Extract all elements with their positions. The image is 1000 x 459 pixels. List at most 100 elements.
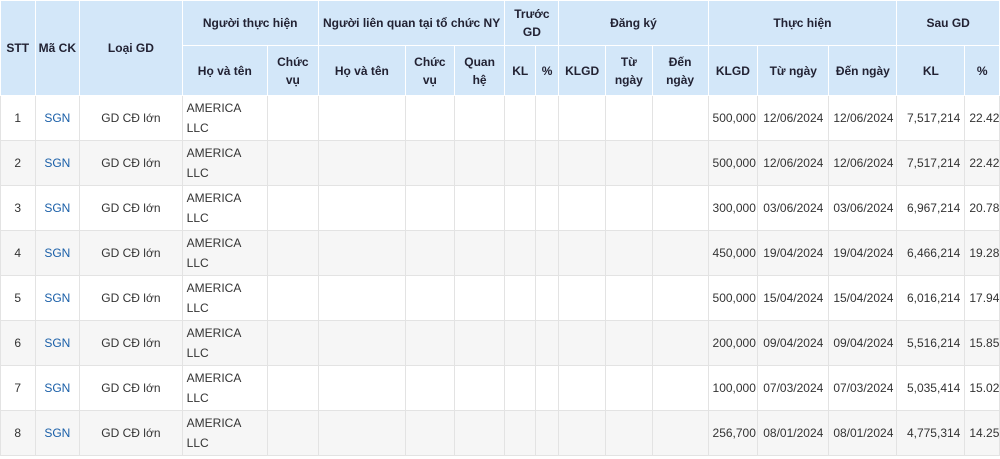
insider-transactions-table: STT Mã CK Loại GD Người thực hiện Người … [0, 0, 1000, 456]
cell-empty [604, 185, 653, 231]
cell-empty [405, 320, 455, 366]
cell-to-date: 19/04/2024 [828, 230, 898, 276]
cell-stt: 3 [0, 185, 36, 231]
table-body: 1 SGN GD CĐ lớn AMERICA LLC 500,000 12/0… [0, 95, 1000, 456]
cell-empty [266, 320, 319, 366]
stock-code-link[interactable]: SGN [34, 275, 81, 321]
cell-empty [317, 410, 407, 456]
cell-stt: 8 [0, 410, 36, 456]
group-thuc-hien: Thực hiện [707, 0, 898, 46]
cell-empty [405, 230, 455, 276]
cell-after-pct: 22.42 [964, 95, 1000, 141]
col-ho-va-ten-lien-quan: Họ và tên [317, 45, 407, 96]
cell-empty [604, 230, 653, 276]
cell-name: AMERICA LLC [181, 185, 268, 231]
cell-empty [558, 275, 606, 321]
cell-klgd: 500,000 [707, 140, 759, 186]
cell-empty [317, 365, 407, 411]
cell-empty [534, 185, 560, 231]
cell-empty [453, 410, 506, 456]
cell-after-pct: 17.94 [964, 275, 1000, 321]
cell-empty [453, 365, 506, 411]
cell-from-date: 12/06/2024 [757, 140, 830, 186]
cell-stt: 7 [0, 365, 36, 411]
cell-empty [405, 95, 455, 141]
cell-empty [651, 230, 709, 276]
cell-empty [534, 365, 560, 411]
cell-stt: 4 [0, 230, 36, 276]
col-dangky-den-ngay: Đến ngày [651, 45, 709, 96]
cell-name: AMERICA LLC [181, 275, 268, 321]
cell-after-kl: 5,516,214 [896, 320, 966, 366]
cell-empty [266, 365, 319, 411]
cell-empty [317, 230, 407, 276]
col-sau-kl: KL [896, 45, 966, 96]
cell-empty [534, 275, 560, 321]
stock-code-link[interactable]: SGN [34, 320, 81, 366]
col-chuc-vu: Chức vụ [266, 45, 319, 96]
cell-after-kl: 5,035,414 [896, 365, 966, 411]
cell-from-date: 19/04/2024 [757, 230, 830, 276]
col-stt: STT [0, 0, 36, 96]
cell-empty [266, 275, 319, 321]
cell-empty [504, 140, 536, 186]
cell-stt: 6 [0, 320, 36, 366]
cell-stt: 1 [0, 95, 36, 141]
table-row: 1 SGN GD CĐ lớn AMERICA LLC 500,000 12/0… [0, 95, 1000, 141]
cell-empty [534, 140, 560, 186]
cell-empty [504, 320, 536, 366]
cell-after-pct: 22.42 [964, 140, 1000, 186]
group-nguoi-thuc-hien: Người thực hiện [181, 0, 319, 46]
cell-empty [604, 95, 653, 141]
stock-code-link[interactable]: SGN [34, 140, 81, 186]
cell-to-date: 12/06/2024 [828, 140, 898, 186]
cell-empty [558, 365, 606, 411]
cell-klgd: 500,000 [707, 275, 759, 321]
cell-klgd: 100,000 [707, 365, 759, 411]
cell-empty [651, 95, 709, 141]
cell-empty [405, 185, 455, 231]
cell-type: GD CĐ lớn [79, 95, 183, 141]
cell-after-kl: 7,517,214 [896, 140, 966, 186]
stock-code-link[interactable]: SGN [34, 230, 81, 276]
cell-after-pct: 20.78 [964, 185, 1000, 231]
cell-klgd: 500,000 [707, 95, 759, 141]
cell-empty [504, 230, 536, 276]
stock-code-link[interactable]: SGN [34, 410, 81, 456]
cell-empty [317, 140, 407, 186]
stock-code-link[interactable]: SGN [34, 365, 81, 411]
cell-empty [317, 95, 407, 141]
col-thuchien-klgd: KLGD [707, 45, 759, 96]
cell-after-pct: 14.25 [964, 410, 1000, 456]
cell-empty [651, 410, 709, 456]
cell-empty [453, 230, 506, 276]
cell-empty [453, 275, 506, 321]
cell-empty [558, 320, 606, 366]
cell-type: GD CĐ lớn [79, 320, 183, 366]
cell-empty [453, 320, 506, 366]
cell-empty [266, 410, 319, 456]
cell-empty [266, 140, 319, 186]
cell-klgd: 300,000 [707, 185, 759, 231]
col-sau-pct: % [964, 45, 1000, 96]
col-ho-va-ten: Họ và tên [181, 45, 268, 96]
cell-empty [317, 320, 407, 366]
cell-type: GD CĐ lớn [79, 230, 183, 276]
table-row: 2 SGN GD CĐ lớn AMERICA LLC 500,000 12/0… [0, 140, 1000, 186]
cell-name: AMERICA LLC [181, 140, 268, 186]
cell-klgd: 256,700 [707, 410, 759, 456]
cell-empty [453, 95, 506, 141]
table-row: 4 SGN GD CĐ lớn AMERICA LLC 450,000 19/0… [0, 230, 1000, 276]
col-loai-gd: Loại GD [79, 0, 183, 96]
stock-code-link[interactable]: SGN [34, 95, 81, 141]
cell-after-kl: 4,775,314 [896, 410, 966, 456]
cell-empty [651, 140, 709, 186]
stock-code-link[interactable]: SGN [34, 185, 81, 231]
cell-empty [534, 230, 560, 276]
cell-empty [534, 95, 560, 141]
cell-empty [558, 140, 606, 186]
cell-empty [651, 320, 709, 366]
cell-empty [651, 185, 709, 231]
cell-empty [504, 365, 536, 411]
table-row: 5 SGN GD CĐ lớn AMERICA LLC 500,000 15/0… [0, 275, 1000, 321]
